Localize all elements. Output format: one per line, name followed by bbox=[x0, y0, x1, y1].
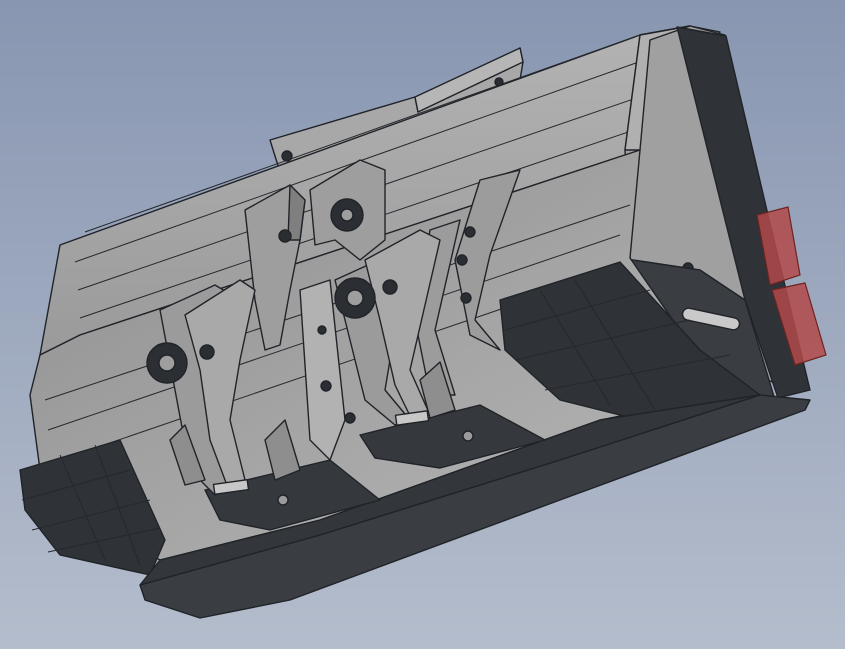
cad-viewport[interactable] bbox=[0, 0, 845, 649]
bracket-pin-hole bbox=[346, 289, 364, 307]
bracket-pin-hole bbox=[382, 279, 398, 295]
rib-hole bbox=[317, 325, 327, 335]
bracket-pin-hole bbox=[158, 354, 176, 372]
base-plate-hole bbox=[277, 494, 289, 506]
bucket-model[interactable] bbox=[0, 0, 845, 649]
ear-pin-hole bbox=[340, 208, 354, 222]
bracket-pin-hole bbox=[199, 344, 215, 360]
ear-pin-hole bbox=[278, 229, 292, 243]
base-plate-hole bbox=[462, 430, 474, 442]
rib-hole bbox=[344, 412, 356, 424]
rib-hole bbox=[460, 292, 472, 304]
rib-hole bbox=[464, 226, 476, 238]
rib-hole bbox=[456, 254, 468, 266]
rib-hole bbox=[320, 380, 332, 392]
